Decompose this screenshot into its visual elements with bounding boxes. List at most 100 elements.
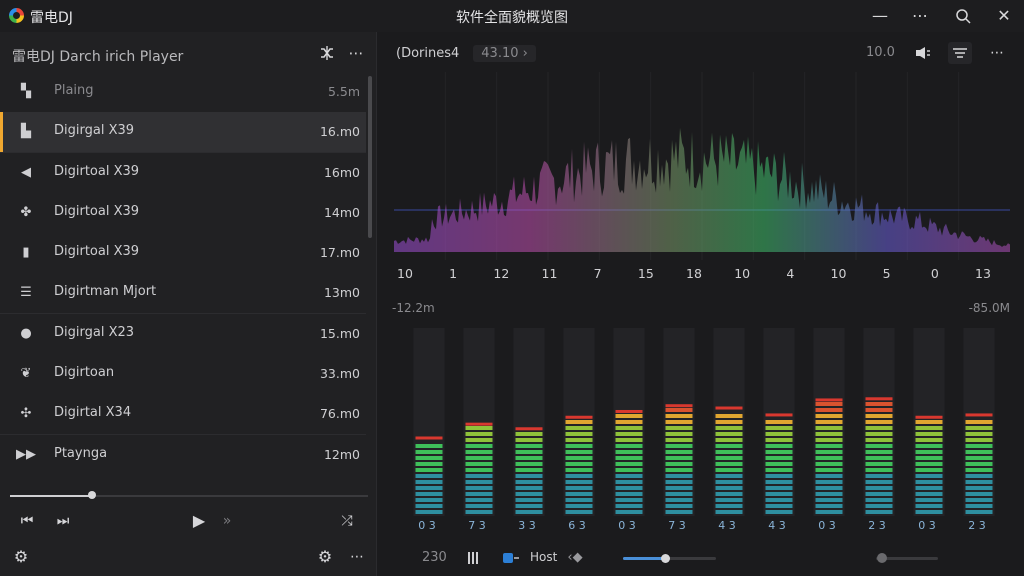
- volume-slider[interactable]: [623, 554, 716, 563]
- track-row[interactable]: ☰ Digirtman Mjort 13m0: [0, 273, 366, 313]
- meter-segment: [865, 468, 893, 472]
- meter-segment: [815, 450, 843, 454]
- meter-segment: [815, 486, 843, 490]
- meter-segment: [615, 492, 643, 496]
- minimize-button[interactable]: —: [866, 4, 894, 28]
- seek-bar[interactable]: [10, 491, 368, 499]
- meter-segment: [915, 438, 943, 442]
- equalizer-icon[interactable]: [948, 42, 972, 64]
- meter-segment: [865, 432, 893, 436]
- track-row[interactable]: ▙ Digirgal X39 16.m0: [0, 112, 366, 152]
- meter-segment: [865, 408, 893, 412]
- meter-segment: [915, 510, 943, 514]
- more-icon[interactable]: ⋯: [985, 42, 1009, 64]
- track-row[interactable]: ❦ Digirtoan 33.m0: [0, 354, 366, 394]
- host-speaker-icon[interactable]: [500, 548, 522, 568]
- grid-icon: ▚: [21, 84, 31, 99]
- previous-button[interactable]: ⏮: [16, 510, 38, 532]
- gear-icon[interactable]: ⚙: [314, 546, 336, 568]
- meter-segment: [515, 498, 543, 502]
- track-row[interactable]: ✣ Digirtal X34 76.m0: [0, 394, 366, 434]
- meter-segment: [665, 432, 693, 436]
- pan-icon[interactable]: ‹◆: [564, 548, 586, 568]
- meter-segment: [615, 510, 643, 514]
- meter-segment: [865, 480, 893, 484]
- meter-segment: [915, 498, 943, 502]
- meter-segment: [765, 438, 793, 442]
- meter-peak: [465, 422, 493, 426]
- meter-peak: [415, 436, 443, 440]
- meter-segment: [515, 438, 543, 442]
- meter-segment: [765, 474, 793, 478]
- track-duration: 13m0: [323, 285, 360, 300]
- meter-segment: [465, 432, 493, 436]
- meter-segment: [865, 456, 893, 460]
- shuffle-icon[interactable]: [316, 42, 338, 64]
- meter-segment: [815, 438, 843, 442]
- track-row[interactable]: ▶▶ Ptaynga 12m0: [0, 435, 366, 475]
- lines-icon: ☰: [20, 285, 32, 300]
- track-row[interactable]: ✤ Digirtoal X39 14m0: [0, 193, 366, 233]
- playlist-scrollbar[interactable]: [368, 76, 372, 238]
- meter-segment: [965, 420, 993, 424]
- balance-handle[interactable]: [877, 553, 888, 563]
- player-title: 雷电DJ Darch irich Player: [12, 49, 184, 65]
- shuffle-button[interactable]: ⤮: [336, 510, 358, 532]
- meter-segment: [915, 462, 943, 466]
- settings-icon[interactable]: ⚙: [10, 546, 32, 568]
- meter-segment: [965, 474, 993, 478]
- meter-segment: [915, 432, 943, 436]
- meter-channel-label: 6 3: [568, 519, 586, 532]
- track-row[interactable]: ▮ Digirtoal X39 17.m0: [0, 233, 366, 273]
- meter-segment: [665, 414, 693, 418]
- meter-peak: [915, 415, 943, 419]
- meter-segment: [565, 480, 593, 484]
- meter-segment: [665, 438, 693, 442]
- more-icon[interactable]: ⋯: [346, 546, 368, 568]
- track-title: Digirtoal X39: [54, 164, 140, 179]
- volume-handle[interactable]: [660, 554, 670, 563]
- next-button[interactable]: ⏭: [52, 510, 74, 532]
- meter-segment: [765, 432, 793, 436]
- meter-segment: [965, 468, 993, 472]
- meter-segment: [415, 492, 443, 496]
- track-row[interactable]: ● Digirgal X23 15.m0: [0, 314, 366, 354]
- meter-segment: [915, 492, 943, 496]
- meter-segment: [615, 444, 643, 448]
- track-title: Digirgal X39: [54, 123, 135, 138]
- meter-segment: [415, 498, 443, 502]
- menu-button[interactable]: ⋯: [906, 4, 934, 28]
- close-button[interactable]: ✕: [990, 4, 1018, 28]
- meter-segment: [465, 492, 493, 496]
- track-title: Digirtoal X39: [54, 244, 140, 259]
- meter-segment: [715, 504, 743, 508]
- meter-peak: [865, 397, 893, 401]
- pause-icon[interactable]: [462, 548, 484, 568]
- meter-segment: [665, 492, 693, 496]
- meter-segment: [465, 480, 493, 484]
- meter-segment: [815, 480, 843, 484]
- meter-channel-label: 0 3: [418, 519, 436, 532]
- meter-segment: [765, 462, 793, 466]
- meter-segment: [465, 468, 493, 472]
- track-row[interactable]: ▚ Plaing 5.5m: [0, 72, 366, 112]
- meter-segment: [665, 426, 693, 430]
- meter-segment: [615, 498, 643, 502]
- more-icon[interactable]: ⋯: [345, 42, 367, 64]
- source-selector[interactable]: (Dorines4 43.10 ›: [396, 45, 536, 62]
- play-button[interactable]: ▶: [188, 510, 210, 532]
- meter-segment: [465, 426, 493, 430]
- track-row[interactable]: ◀ Digirtoal X39 16m0: [0, 153, 366, 193]
- balance-slider[interactable]: [876, 553, 938, 563]
- meter-segment: [815, 456, 843, 460]
- app-name: 雷电DJ: [30, 10, 73, 26]
- meter-channel-label: 2 3: [868, 519, 886, 532]
- meter-segment: [815, 402, 843, 406]
- search-icon[interactable]: [949, 4, 977, 28]
- speaker-icon[interactable]: [911, 42, 935, 64]
- seek-handle[interactable]: [88, 491, 97, 499]
- skip-button[interactable]: »: [216, 510, 238, 532]
- meter-segment: [765, 450, 793, 454]
- meter-segment: [415, 480, 443, 484]
- meter-segment: [815, 432, 843, 436]
